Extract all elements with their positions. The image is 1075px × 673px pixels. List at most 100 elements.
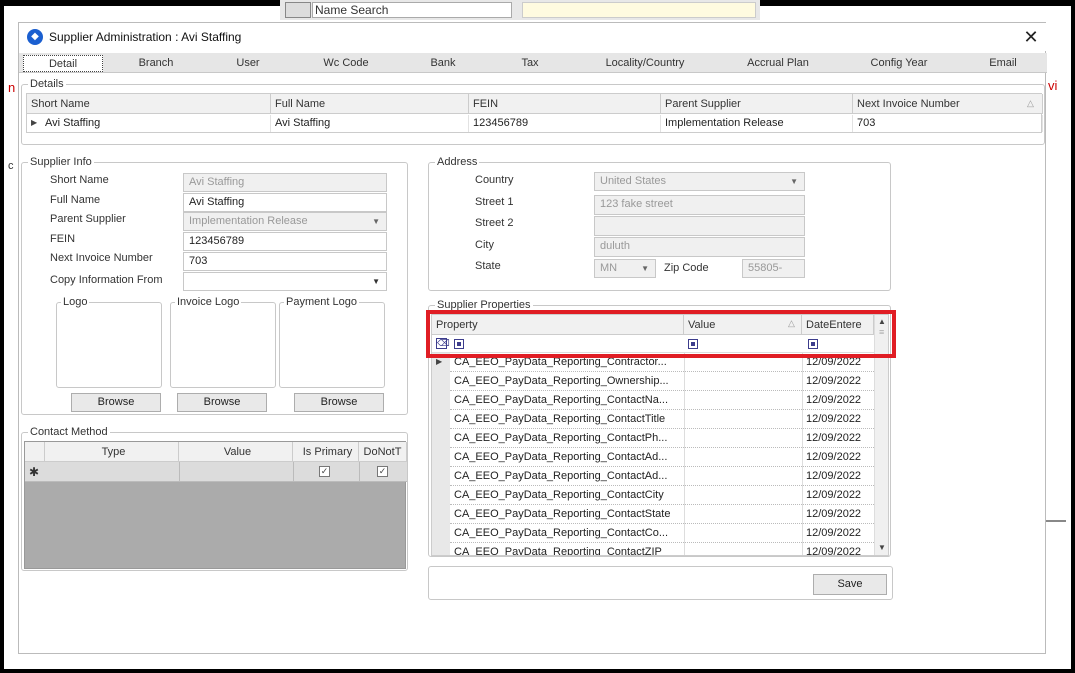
tab-email[interactable]: Email bbox=[981, 55, 1025, 72]
chevron-down-icon: ▼ bbox=[641, 264, 649, 273]
next-invoice-field[interactable]: 703 bbox=[183, 252, 387, 271]
save-button[interactable]: Save bbox=[813, 574, 887, 595]
details-group: Details Short Name Full Name FEIN Parent… bbox=[21, 78, 1045, 145]
tab-tax[interactable]: Tax bbox=[509, 55, 551, 72]
row-pointer-icon: ▶ bbox=[436, 357, 443, 366]
state-value: MN bbox=[600, 262, 618, 274]
is-primary-checkbox[interactable]: ✓ bbox=[319, 466, 330, 477]
invoice-logo-box[interactable]: Invoice Logo bbox=[170, 296, 276, 388]
full-name-field[interactable]: Avi Staffing bbox=[183, 193, 387, 212]
short-name-label: Short Name bbox=[50, 174, 109, 186]
tab-user[interactable]: User bbox=[219, 55, 277, 72]
fein-field[interactable]: 123456789 bbox=[183, 232, 387, 251]
property-cell: CA_EEO_PayData_Reporting_ContactAd... bbox=[454, 451, 668, 463]
date-cell: 12/09/2022 bbox=[806, 508, 862, 520]
value-cell bbox=[684, 486, 802, 505]
contact-new-row[interactable] bbox=[25, 462, 407, 482]
address-group: Address Country United States ▼ Street 1 … bbox=[428, 156, 891, 291]
details-header-fein[interactable]: FEIN bbox=[469, 94, 661, 114]
scroll-down-icon[interactable]: ▼ bbox=[878, 543, 886, 552]
parent-supplier-select[interactable]: Implementation Release ▼ bbox=[183, 212, 387, 231]
city-field[interactable]: duluth bbox=[594, 237, 805, 257]
browse-logo-button[interactable]: Browse bbox=[71, 393, 161, 412]
street2-label: Street 2 bbox=[475, 217, 514, 229]
background-side-text: c bbox=[8, 160, 14, 172]
contact-header-is-primary[interactable]: Is Primary bbox=[293, 442, 359, 462]
tab-bank[interactable]: Bank bbox=[419, 55, 467, 72]
donott-checkbox[interactable]: ✓ bbox=[377, 466, 388, 477]
details-label: Details bbox=[28, 78, 66, 90]
value-cell bbox=[684, 391, 802, 410]
payment-logo-label: Payment Logo bbox=[284, 296, 359, 308]
details-header-short-name[interactable]: Short Name bbox=[27, 94, 271, 114]
table-row[interactable]: CA_EEO_PayData_Reporting_ContactCo... 12/… bbox=[450, 524, 888, 543]
table-row[interactable]: CA_EEO_PayData_Reporting_ContactZIP 12/09… bbox=[450, 543, 888, 555]
table-row[interactable]: CA_EEO_PayData_Reporting_ContactState 12/… bbox=[450, 505, 888, 524]
logo-box[interactable]: Logo bbox=[56, 296, 162, 388]
property-cell: CA_EEO_PayData_Reporting_ContactCity bbox=[454, 489, 664, 501]
fein-label: FEIN bbox=[50, 233, 76, 245]
short-name-field[interactable]: Avi Staffing bbox=[183, 173, 387, 192]
tab-bar: Detail Branch User Wc Code Bank Tax Loca… bbox=[19, 53, 1047, 73]
row-pointer-icon: ▶ bbox=[31, 118, 38, 127]
next-invoice-label: Next Invoice Number bbox=[50, 252, 153, 264]
street1-label: Street 1 bbox=[475, 196, 514, 208]
background-divider bbox=[1046, 520, 1066, 522]
background-search-input[interactable]: Name Search bbox=[312, 2, 512, 18]
background-red-text-right: vi bbox=[1048, 78, 1058, 93]
contact-method-group: Contact Method Type Value Is Primary DoN… bbox=[21, 426, 408, 571]
property-cell: CA_EEO_PayData_Reporting_ContactCo... bbox=[454, 527, 669, 539]
tab-detail[interactable]: Detail bbox=[23, 55, 103, 72]
tab-locality-country[interactable]: Locality/Country bbox=[591, 55, 699, 72]
details-cell-next-invoice[interactable]: 703 bbox=[853, 115, 1043, 132]
payment-logo-box[interactable]: Payment Logo bbox=[279, 296, 385, 388]
browse-invoice-logo-button[interactable]: Browse bbox=[177, 393, 267, 412]
details-header-full-name[interactable]: Full Name bbox=[271, 94, 469, 114]
property-cell: CA_EEO_PayData_Reporting_ContactAd... bbox=[454, 470, 668, 482]
details-cell-full-name[interactable]: Avi Staffing bbox=[271, 115, 469, 132]
copy-info-select[interactable]: ▼ bbox=[183, 272, 387, 291]
country-value: United States bbox=[600, 175, 667, 187]
date-cell: 12/09/2022 bbox=[806, 470, 862, 482]
value-cell bbox=[684, 410, 802, 429]
app-icon: ◆ bbox=[27, 29, 43, 45]
close-icon[interactable]: ✕ bbox=[1019, 25, 1043, 49]
contact-method-grid: Type Value Is Primary DoNotT ✱ ✓ ✓ bbox=[24, 441, 407, 569]
contact-header-value[interactable]: Value bbox=[179, 442, 293, 462]
title-bar: ◆ Supplier Administration : Avi Staffing… bbox=[19, 23, 1047, 51]
table-row[interactable]: CA_EEO_PayData_Reporting_ContactTitle 12/… bbox=[450, 410, 888, 429]
table-row[interactable]: CA_EEO_PayData_Reporting_ContactPh... 12/… bbox=[450, 429, 888, 448]
contact-header-donott[interactable]: DoNotT bbox=[359, 442, 407, 462]
state-select[interactable]: MN ▼ bbox=[594, 259, 656, 278]
contact-header-type[interactable]: Type bbox=[45, 442, 179, 462]
tab-accrual-plan[interactable]: Accrual Plan bbox=[735, 55, 821, 72]
street2-field[interactable] bbox=[594, 216, 805, 236]
table-row[interactable]: CA_EEO_PayData_Reporting_Ownership... 12/… bbox=[450, 372, 888, 391]
table-row[interactable]: CA_EEO_PayData_Reporting_ContactAd... 12/… bbox=[450, 467, 888, 486]
table-row[interactable]: CA_EEO_PayData_Reporting_ContactNa... 12/… bbox=[450, 391, 888, 410]
browse-payment-logo-button[interactable]: Browse bbox=[294, 393, 384, 412]
tab-branch[interactable]: Branch bbox=[119, 55, 193, 72]
full-name-label: Full Name bbox=[50, 194, 101, 206]
value-cell bbox=[684, 448, 802, 467]
tab-wc-code[interactable]: Wc Code bbox=[309, 55, 383, 72]
street1-field[interactable]: 123 fake street bbox=[594, 195, 805, 215]
date-cell: 12/09/2022 bbox=[806, 489, 862, 501]
details-cell-short-name[interactable]: Avi Staffing bbox=[41, 115, 271, 132]
property-cell: CA_EEO_PayData_Reporting_ContactPh... bbox=[454, 432, 668, 444]
background-set-button[interactable] bbox=[285, 2, 311, 18]
country-select[interactable]: United States ▼ bbox=[594, 172, 805, 191]
table-row[interactable]: CA_EEO_PayData_Reporting_ContactCity 12/0… bbox=[450, 486, 888, 505]
contact-col-divider bbox=[293, 462, 294, 482]
zip-field[interactable]: 55805- bbox=[742, 259, 805, 278]
table-row[interactable]: CA_EEO_PayData_Reporting_ContactAd... 12/… bbox=[450, 448, 888, 467]
save-area: Save bbox=[428, 566, 893, 600]
contact-col-divider bbox=[359, 462, 360, 482]
background-red-text-left: n bbox=[8, 80, 16, 95]
tab-config-year[interactable]: Config Year bbox=[861, 55, 937, 72]
value-cell bbox=[684, 543, 802, 555]
details-header-parent-supplier[interactable]: Parent Supplier bbox=[661, 94, 853, 114]
details-header-next-invoice[interactable]: Next Invoice Number bbox=[853, 94, 1043, 114]
details-cell-parent-supplier[interactable]: Implementation Release bbox=[661, 115, 853, 132]
details-cell-fein[interactable]: 123456789 bbox=[469, 115, 661, 132]
